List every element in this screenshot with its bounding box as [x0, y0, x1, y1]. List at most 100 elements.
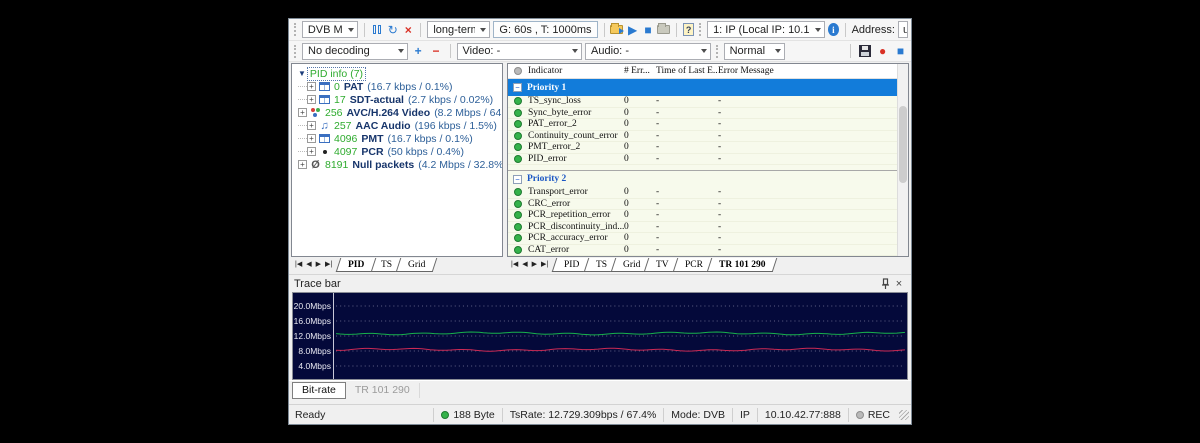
table-row[interactable]: Continuity_count_error 0 - - — [508, 131, 908, 143]
status-tsrate: TsRate: 12.729.309bps / 67.4% — [502, 408, 664, 422]
address-input[interactable]: udp://10.10.42 — [898, 21, 908, 38]
tree-root[interactable]: ▼ PID info (7) — [296, 67, 502, 80]
toolbar-gripper[interactable] — [716, 45, 719, 58]
table-row[interactable]: PCR_accuracy_error 0 - - — [508, 233, 908, 245]
pause-icon[interactable] — [371, 22, 383, 37]
folder-icon[interactable] — [657, 22, 670, 37]
tree-item-audio[interactable]: + ♫ 257 AAC Audio (196 kbps / 1.5%) — [296, 119, 502, 132]
table-row[interactable]: PCR_repetition_error 0 - - — [508, 210, 908, 222]
col-errors[interactable]: # Err... — [624, 66, 656, 76]
tab-nav-next[interactable]: ▶ — [532, 260, 537, 268]
col-time[interactable]: Time of Last E... — [656, 66, 718, 76]
table-row[interactable]: CAT_error 0 - - — [508, 245, 908, 257]
play-icon[interactable]: ▶ — [626, 22, 638, 37]
tree-item-pmt[interactable]: + 4096 PMT (16.7 kbps / 0.1%) — [296, 132, 502, 145]
left-tabstrip: |◀ ◀ ▶ ▶| PID TS Grid — [291, 257, 503, 274]
ok-dot-icon — [514, 234, 522, 242]
table-row[interactable]: PID_error 0 - - — [508, 154, 908, 166]
collapse-icon[interactable]: − — [513, 83, 522, 92]
stop-icon[interactable]: ■ — [642, 22, 654, 37]
bottom-tabstrip: Bit-rate TR 101 290 — [289, 380, 911, 399]
clear-icon[interactable]: × — [402, 22, 414, 37]
info-icon[interactable]: i — [828, 23, 839, 36]
tree-item-null[interactable]: + Ø 8191 Null packets (4.2 Mbps / 32.8%) — [296, 158, 502, 171]
toolbar-main: DVB Mode ↻ × long-term G: 60s , T: 1000m… — [289, 19, 911, 41]
toolbar-gripper[interactable] — [294, 23, 297, 36]
pin-icon[interactable] — [878, 277, 892, 291]
rec-dot-icon — [856, 411, 864, 419]
table-row[interactable]: CRC_error 0 - - — [508, 199, 908, 211]
toolbar-gripper[interactable] — [294, 45, 297, 58]
tab-nav-last[interactable]: ▶| — [325, 260, 332, 268]
table-row[interactable]: Sync_byte_error 0 - - — [508, 108, 908, 120]
gop-time-button[interactable]: G: 60s , T: 1000ms — [493, 21, 597, 38]
add-icon[interactable]: + — [411, 44, 426, 59]
tree-item-sdt[interactable]: + 17 SDT-actual (2.7 kbps / 0.02%) — [296, 93, 502, 106]
scrollbar-thumb[interactable] — [899, 106, 907, 183]
screen-background: DVB Mode ↻ × long-term G: 60s , T: 1000m… — [0, 0, 1200, 443]
status-mode: Mode: DVB — [663, 408, 732, 422]
collapse-icon[interactable]: − — [513, 175, 522, 184]
trace-bar-title: Trace bar — [294, 278, 341, 290]
indicator-body: Indicator # Err... Time of Last E... Err… — [507, 63, 909, 257]
expand-icon[interactable]: + — [307, 134, 316, 143]
stop-record-icon[interactable]: ■ — [893, 44, 908, 59]
tree-item-video[interactable]: + 256 AVC/H.264 Video (8.2 Mbps / 64.7%) — [296, 106, 502, 119]
col-indicator[interactable]: Indicator — [528, 66, 624, 76]
chevron-down-icon — [480, 28, 486, 32]
tab-pid[interactable]: PID — [336, 258, 377, 272]
expand-icon[interactable]: + — [298, 160, 307, 169]
tab-nav-last[interactable]: ▶| — [541, 260, 548, 268]
close-icon[interactable]: × — [892, 277, 906, 291]
resize-grip[interactable] — [899, 410, 909, 420]
ok-dot-icon — [514, 97, 522, 105]
tab-tr101290[interactable]: TR 101 290 — [706, 258, 777, 272]
tab-nav-prev[interactable]: ◀ — [522, 260, 527, 268]
toolbar-gripper[interactable] — [699, 23, 702, 36]
status-bar: Ready 188 Byte TsRate: 12.729.309bps / 6… — [289, 404, 911, 424]
save-icon[interactable] — [857, 44, 872, 59]
profile-select[interactable]: Normal — [724, 43, 786, 60]
col-message[interactable]: Error Message — [718, 66, 908, 76]
term-select[interactable]: long-term — [427, 21, 490, 38]
tab-bitrate[interactable]: Bit-rate — [292, 382, 346, 399]
tab-nav-prev[interactable]: ◀ — [306, 260, 311, 268]
expand-icon[interactable]: + — [307, 82, 316, 91]
decoding-select[interactable]: No decoding — [302, 43, 408, 60]
expand-icon[interactable]: + — [298, 108, 307, 117]
sync-icon[interactable]: ↻ — [387, 22, 399, 37]
help-icon[interactable]: ? — [683, 23, 694, 36]
mode-select[interactable]: DVB Mode — [302, 21, 358, 38]
open-capture-icon[interactable] — [610, 22, 623, 37]
tree-item-pcr[interactable]: + 4097 PCR (50 kbps / 0.4%) — [296, 145, 502, 158]
input-select[interactable]: 1: IP (Local IP: 10.10.42.77) — [707, 21, 825, 38]
table-row[interactable]: Transport_error 0 - - — [508, 187, 908, 199]
ok-dot-icon — [514, 132, 522, 140]
address-label: Address: — [852, 24, 895, 36]
table-row[interactable]: PAT_error_2 0 - - — [508, 119, 908, 131]
section-priority-1[interactable]: − Priority 1 — [508, 79, 908, 96]
section-priority-2[interactable]: − Priority 2 — [508, 170, 908, 187]
table-row[interactable]: TS_sync_loss 0 - - — [508, 96, 908, 108]
toolbar-decoding: No decoding + − Video: - Audio: - Normal… — [289, 41, 911, 62]
table-icon — [318, 81, 331, 92]
tab-nav-next[interactable]: ▶ — [316, 260, 321, 268]
pid-tree: ▼ PID info (7) + 0 PAT (16.7 kbps / 0.1%… — [292, 64, 502, 171]
tree-item-pat[interactable]: + 0 PAT (16.7 kbps / 0.1%) — [296, 80, 502, 93]
expand-icon[interactable]: + — [307, 95, 316, 104]
remove-icon[interactable]: − — [429, 44, 444, 59]
video-select[interactable]: Video: - — [457, 43, 583, 60]
status-ready: Ready — [295, 409, 433, 421]
table-row[interactable]: PMT_error_2 0 - - — [508, 142, 908, 154]
tab-grid[interactable]: Grid — [395, 258, 437, 272]
tab-nav-first[interactable]: |◀ — [295, 260, 302, 268]
table-row[interactable]: PCR_discontinuity_ind... 0 - - — [508, 222, 908, 234]
expand-icon[interactable]: + — [307, 147, 316, 156]
record-icon[interactable]: ● — [875, 44, 890, 59]
tab-nav-first[interactable]: |◀ — [511, 260, 518, 268]
audio-select[interactable]: Audio: - — [585, 43, 711, 60]
tab-tr101290-bottom[interactable]: TR 101 290 — [346, 383, 420, 398]
expand-icon[interactable]: + — [307, 121, 316, 130]
audio-note-icon: ♫ — [318, 120, 331, 131]
vertical-scrollbar[interactable] — [897, 64, 908, 256]
